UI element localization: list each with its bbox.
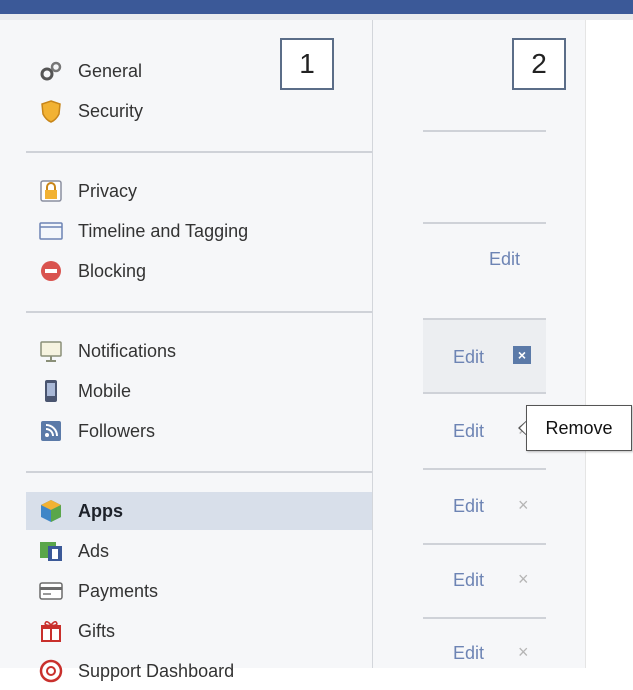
sidebar-item-label: Mobile <box>78 380 132 401</box>
ads-icon <box>38 538 64 564</box>
sidebar-item-notifications[interactable]: Notifications <box>26 332 372 370</box>
sidebar-item-label: Gifts <box>78 620 116 641</box>
edit-link[interactable]: Edit <box>489 249 520 270</box>
followers-icon <box>38 418 64 444</box>
remove-tooltip: Remove <box>526 405 632 451</box>
row-divider <box>423 543 546 545</box>
sidebar-item-blocking[interactable]: Blocking <box>26 252 372 290</box>
sidebar-item-label: Ads <box>78 540 110 561</box>
edit-link[interactable]: Edit <box>453 643 484 664</box>
row-divider <box>423 617 546 619</box>
sidebar-item-followers[interactable]: Followers <box>26 412 372 450</box>
mobile-icon <box>38 378 64 404</box>
row-divider <box>423 468 546 470</box>
sidebar-item-label: Timeline and Tagging <box>78 220 249 241</box>
sidebar-item-privacy[interactable]: Privacy <box>26 172 372 210</box>
remove-button[interactable]: × <box>518 642 529 663</box>
payments-icon <box>38 578 64 604</box>
remove-button[interactable]: × <box>513 346 531 364</box>
sidebar-item-label: Support Dashboard <box>78 660 235 681</box>
sidebar-divider <box>26 311 372 313</box>
gears-icon <box>38 58 64 84</box>
top-bar <box>0 0 633 14</box>
sidebar-item-label: Followers <box>78 420 156 441</box>
sidebar-item-label: Payments <box>78 580 159 601</box>
sidebar-item-support-dashboard[interactable]: Support Dashboard <box>26 652 372 690</box>
support-icon <box>38 658 64 684</box>
sidebar-item-label: Privacy <box>78 180 138 201</box>
gifts-icon <box>38 618 64 644</box>
callout-2: 2 <box>512 38 566 90</box>
sidebar-divider <box>26 471 372 473</box>
blocking-icon <box>38 258 64 284</box>
sidebar-item-label: Notifications <box>78 340 177 361</box>
sidebar-divider <box>26 151 372 153</box>
notifications-icon <box>38 338 64 364</box>
sidebar-item-mobile[interactable]: Mobile <box>26 372 372 410</box>
row-divider <box>423 392 546 394</box>
sidebar-item-security[interactable]: Security <box>26 92 372 130</box>
sidebar-item-label: General <box>78 60 143 81</box>
content-area <box>586 20 633 668</box>
row-divider <box>423 222 546 224</box>
edit-link[interactable]: Edit <box>453 570 484 591</box>
shield-icon <box>38 98 64 124</box>
sidebar-item-label: Apps <box>78 500 123 521</box>
lock-icon <box>38 178 64 204</box>
sidebar-item-general[interactable]: General <box>26 52 372 90</box>
edit-link[interactable]: Edit <box>453 347 484 368</box>
sidebar-item-gifts[interactable]: Gifts <box>26 612 372 650</box>
edit-link[interactable]: Edit <box>453 421 484 442</box>
remove-button[interactable]: × <box>518 569 529 590</box>
remove-button[interactable]: × <box>518 495 529 516</box>
sidebar-item-payments[interactable]: Payments <box>26 572 372 610</box>
apps-icon <box>38 498 64 524</box>
edit-link[interactable]: Edit <box>453 496 484 517</box>
sidebar-item-label: Security <box>78 100 144 121</box>
timeline-icon <box>38 218 64 244</box>
sidebar-item-apps[interactable]: Apps <box>26 492 372 530</box>
row-divider <box>423 130 546 132</box>
sidebar-item-timeline-and-tagging[interactable]: Timeline and Tagging <box>26 212 372 250</box>
sidebar-item-ads[interactable]: Ads <box>26 532 372 570</box>
sidebar-item-label: Blocking <box>78 260 147 281</box>
